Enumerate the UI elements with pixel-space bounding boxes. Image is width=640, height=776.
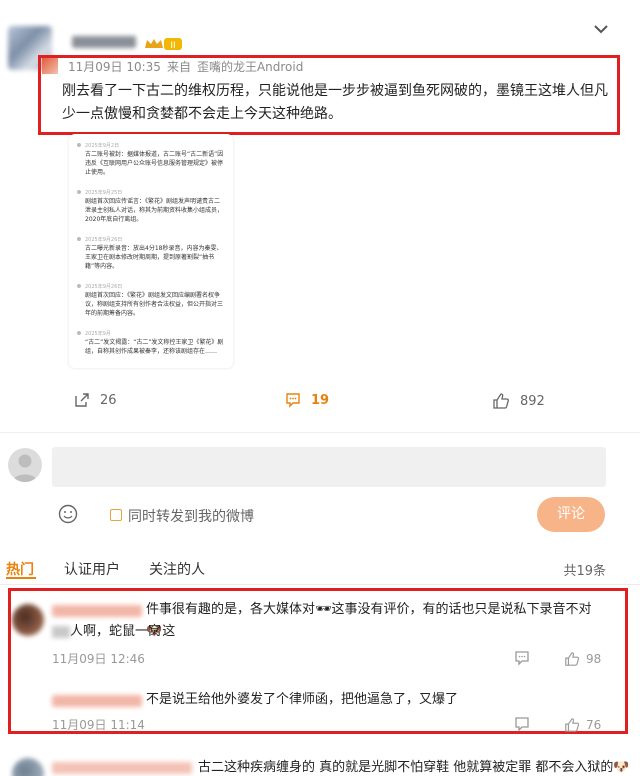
forward-count: 26 bbox=[100, 392, 117, 408]
post-source[interactable]: 歪嘴的龙王Android bbox=[197, 60, 303, 74]
timeline-date: 2025年9月2日 bbox=[85, 143, 120, 149]
comment-text-line: 人啊，蛇鼠一窝 bbox=[52, 621, 161, 643]
repost-checkbox-label[interactable]: 同时转发到我的微博 bbox=[128, 506, 254, 526]
reply-button[interactable] bbox=[514, 716, 530, 736]
thumbs-up-icon bbox=[493, 393, 509, 409]
comment-text: 件事很有趣的是，各大媒体对🕶这事没有评价，有的话也只是说私下录音不对🐶这 bbox=[146, 599, 606, 643]
comment-icon bbox=[515, 717, 529, 732]
comment-avatar[interactable] bbox=[12, 758, 44, 776]
comment-like-count: 76 bbox=[586, 718, 602, 732]
tab-hot[interactable]: 热门 bbox=[6, 559, 34, 579]
repost-checkbox[interactable] bbox=[110, 509, 122, 521]
timeline-dot bbox=[77, 284, 81, 288]
thumbs-up-icon bbox=[565, 652, 580, 666]
sunglasses-emoji-icon: 🕶 bbox=[315, 602, 332, 617]
comment-count: 19 bbox=[311, 392, 330, 408]
smiley-icon bbox=[58, 504, 78, 524]
comment-text-part: 古二这种疾病缠身的 真的就是光脚不怕穿鞋 他就算被定罪 都不会入狱的 bbox=[198, 760, 614, 775]
comment-text-part: 这事没有评价，有的话也只是说私下录音不对 bbox=[331, 602, 592, 617]
submit-comment-button[interactable]: 评论 bbox=[537, 497, 605, 532]
chevron-down-icon[interactable] bbox=[590, 18, 612, 40]
timeline-dot bbox=[77, 143, 81, 147]
divider bbox=[0, 584, 640, 585]
timeline-date: 2025年9月26日 bbox=[85, 284, 123, 290]
comment-author[interactable] bbox=[52, 605, 142, 617]
emoji-button[interactable] bbox=[57, 503, 79, 529]
like-count: 892 bbox=[520, 393, 545, 409]
timeline-date: 2025年9月26日 bbox=[85, 237, 123, 243]
blurred-text bbox=[52, 625, 70, 638]
forward-icon bbox=[75, 393, 89, 407]
comment-time: 11月09日 11:14 bbox=[52, 718, 145, 732]
comment-text-part: 件事很有趣的是，各大媒体对 bbox=[146, 602, 316, 617]
post-image[interactable]: 2025年9月2日古二账号被封：据媒体报道，古二账号“古二新语”因违反《互联网用… bbox=[69, 134, 233, 368]
comment-text: 不是说王给他外婆发了个律师函，把他逼急了，又爆了 bbox=[146, 692, 459, 707]
crown-icon: II bbox=[145, 38, 182, 51]
comment-total: 共19条 bbox=[563, 564, 606, 579]
timeline-dot bbox=[77, 190, 81, 194]
divider bbox=[0, 432, 640, 433]
post-meta: 11月09日 10:35 来自 歪嘴的龙王Android bbox=[68, 58, 303, 75]
comment-like-button[interactable]: 76 bbox=[564, 717, 601, 733]
svg-text:II: II bbox=[170, 41, 175, 51]
comment-icon bbox=[515, 651, 529, 666]
timeline-text: 剧组首次回应传谣言：《繁花》剧组发声明谴责古二泄录主创私人对话，称其为前期资料收… bbox=[85, 198, 224, 223]
comment-time: 11月09日 12:46 bbox=[52, 652, 145, 666]
comment-author[interactable] bbox=[52, 695, 142, 707]
forward-button[interactable]: 26 bbox=[74, 392, 117, 408]
author-avatar-small bbox=[42, 58, 58, 74]
comment-avatar[interactable] bbox=[12, 604, 44, 636]
comment-like-button[interactable]: 98 bbox=[564, 651, 601, 667]
comment-button[interactable]: 19 bbox=[285, 392, 329, 408]
author-name[interactable] bbox=[72, 36, 136, 48]
comment-author[interactable] bbox=[52, 762, 192, 774]
thumbs-up-icon bbox=[565, 718, 580, 732]
comment-like-count: 98 bbox=[586, 652, 602, 666]
comment-text: 古二这种疾病缠身的 真的就是光脚不怕穿鞋 他就算被定罪 都不会入狱的🐶 bbox=[198, 757, 630, 776]
default-avatar-icon bbox=[13, 454, 37, 482]
reply-button[interactable] bbox=[514, 650, 530, 670]
post-timestamp[interactable]: 11月09日 10:35 bbox=[68, 60, 161, 74]
tab-verified[interactable]: 认证用户 bbox=[64, 559, 120, 579]
like-button[interactable]: 892 bbox=[492, 392, 545, 410]
timeline-dot bbox=[77, 331, 81, 335]
post-body: 刚去看了一下古二的维权历程，只能说他是一步步被逼到鱼死网破的，墨镜王这堆人但凡少… bbox=[62, 83, 608, 122]
timeline-date: 2025年9月25日 bbox=[85, 190, 123, 196]
tab-active-indicator bbox=[6, 577, 36, 579]
comment-icon bbox=[286, 393, 300, 408]
comment-input[interactable] bbox=[52, 447, 606, 487]
timeline-dot bbox=[77, 237, 81, 241]
my-avatar bbox=[8, 448, 42, 482]
post-source-prefix: 来自 bbox=[166, 60, 191, 74]
timeline-text: 剧组首次回应：《繁花》剧组发文回应编剧署名权争议，称剧组支持所有创作者合法权益，… bbox=[85, 292, 224, 317]
tab-following[interactable]: 关注的人 bbox=[149, 559, 205, 579]
timeline-text: 古二账号被封：据媒体报道，古二账号“古二新语”因违反《互联网用户公众账号信息服务… bbox=[85, 151, 224, 176]
timeline-date: 2025年9月 bbox=[85, 331, 111, 337]
comment-text-part: 人啊，蛇鼠一窝 bbox=[70, 624, 162, 639]
comment-text-part: 这 bbox=[162, 624, 176, 639]
timeline-text: 古二曝光新录音：放出4分18秒录音，内容为秦雯、王家卫在剧本修改时期周期，提到原… bbox=[85, 245, 223, 270]
timeline-text: “古二”发文揭露：“古二”发文称控王家卫《繁花》剧组，自称其创作成果被秦李，还称… bbox=[85, 339, 224, 355]
vip-badge[interactable]: II bbox=[144, 36, 184, 51]
doge-emoji-icon: 🐶 bbox=[613, 760, 630, 775]
